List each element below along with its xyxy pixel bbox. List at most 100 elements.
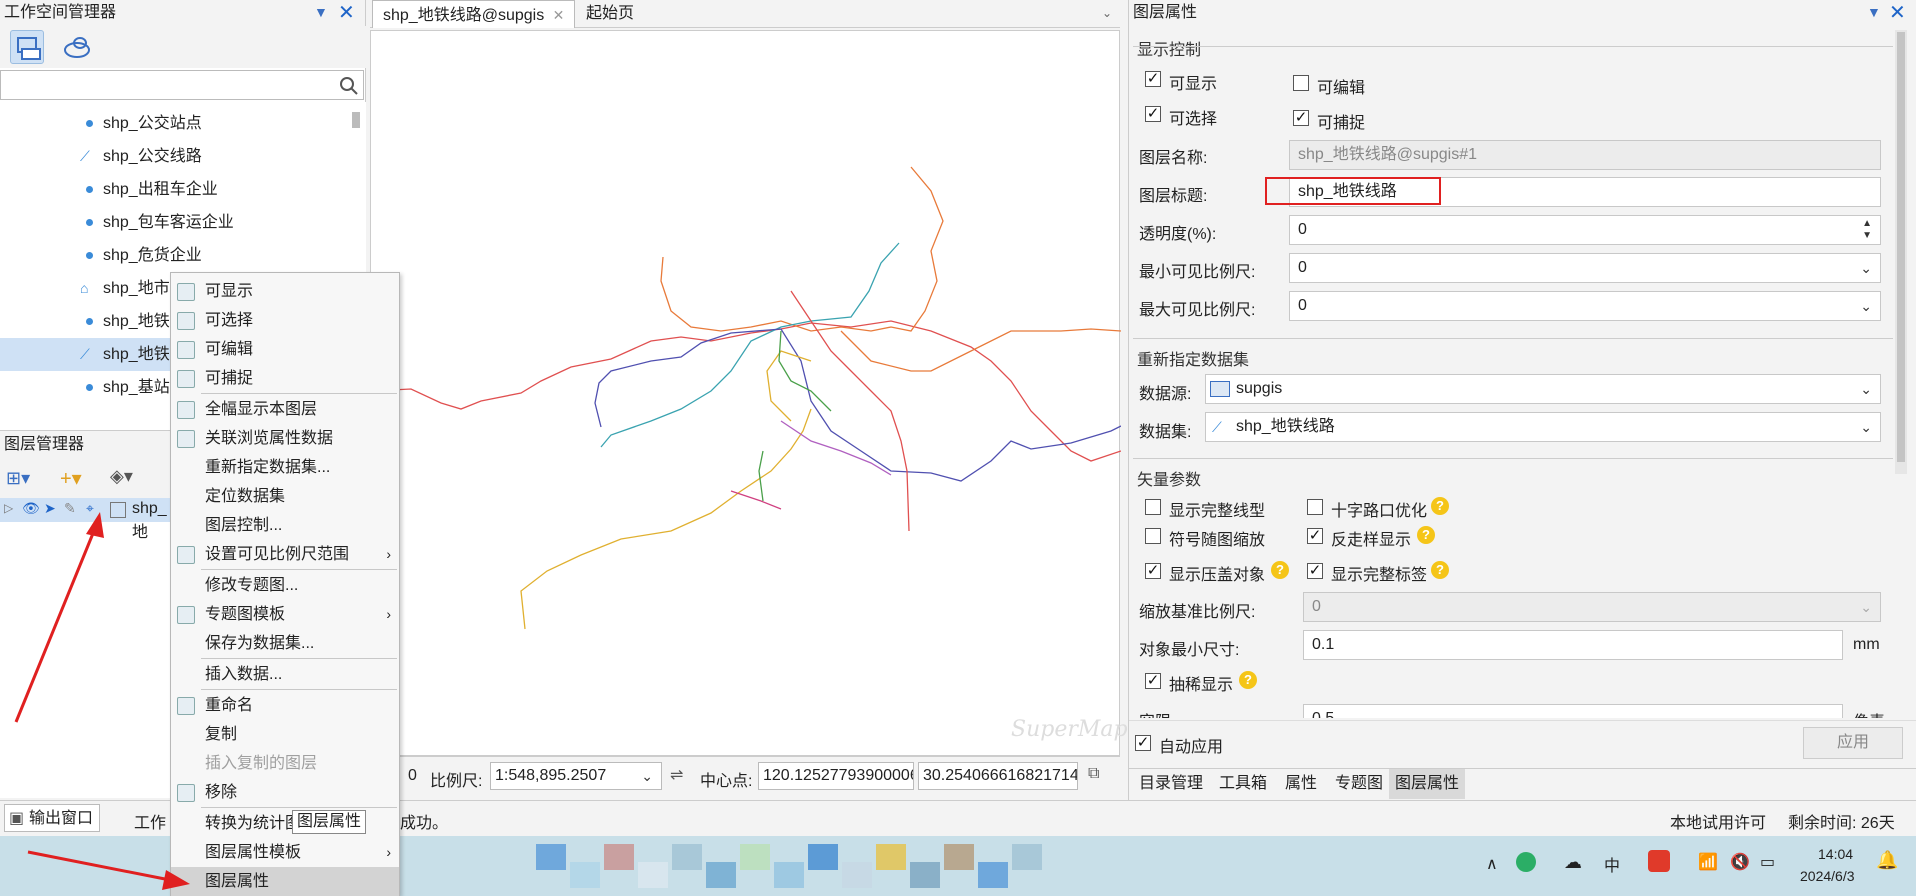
antialias-checkbox[interactable]: ✓ <box>1307 528 1323 544</box>
menu-item[interactable]: 可选择 <box>171 306 399 335</box>
scale-dropdown[interactable]: 1:548,895.2507 ⌄ <box>490 762 662 790</box>
max-scale-dropdown[interactable]: 0 ⌄ <box>1289 291 1881 321</box>
edit-icon[interactable]: ✎ <box>64 500 76 517</box>
tab-map[interactable]: shp_地铁线路@supgis ✕ <box>372 0 576 28</box>
taskbar-app-icon[interactable] <box>944 844 974 870</box>
pin-icon[interactable]: ▼ <box>1867 4 1881 20</box>
transparency-field[interactable]: 0 ▲ ▼ <box>1289 215 1881 245</box>
output-window-tab[interactable]: ▣ 输出窗口 <box>4 804 101 832</box>
swap-icon[interactable]: ⇌ <box>670 765 683 785</box>
add-layer-icon[interactable]: +▾ <box>60 466 82 491</box>
datasource-dropdown[interactable]: supgis ⌄ <box>1205 374 1881 404</box>
menu-item[interactable]: 可捕捉 <box>171 364 399 393</box>
taskbar-app-icon[interactable] <box>672 844 702 870</box>
spinner-icon[interactable]: ▲ ▼ <box>1862 218 1872 242</box>
thin-checkbox[interactable]: ✓ <box>1145 673 1161 689</box>
work-tab[interactable]: 工作 <box>134 809 166 833</box>
wechat-icon[interactable] <box>1516 852 1536 872</box>
menu-item[interactable]: 可显示 <box>171 277 399 306</box>
layer-row[interactable]: ▷ 👁 ➤ ✎ ⌖ shp_地 <box>0 498 170 541</box>
taskbar-app-icon[interactable] <box>1012 844 1042 870</box>
tab-list-chevron-icon[interactable]: ⌄ <box>1102 6 1112 20</box>
taskbar-app-icon[interactable] <box>978 862 1008 888</box>
tab-catalog[interactable]: 目录管理 <box>1133 769 1209 799</box>
taskbar-app-icon[interactable] <box>910 862 940 888</box>
full-label-checkbox[interactable]: ✓ <box>1307 563 1323 579</box>
close-icon[interactable]: ✕ <box>338 0 355 25</box>
menu-item[interactable]: 关联浏览属性数据 <box>171 424 399 453</box>
tab-toolbox[interactable]: 工具箱 <box>1213 769 1273 799</box>
eye-icon[interactable]: 👁 <box>22 500 40 517</box>
editable-checkbox[interactable] <box>1293 75 1309 91</box>
map-view[interactable]: SuperMap <box>370 30 1128 756</box>
volume-muted-icon[interactable]: 🔇 <box>1730 852 1750 872</box>
tolerance-field[interactable]: 0.5 <box>1303 704 1843 718</box>
tree-item[interactable]: shp_公交站点 <box>0 107 356 140</box>
close-icon[interactable]: ✕ <box>1889 0 1906 25</box>
cloud-icon[interactable]: ☁ <box>1564 852 1582 873</box>
snappable-checkbox[interactable]: ✓ <box>1293 110 1309 126</box>
wifi-icon[interactable]: 📶 <box>1698 852 1718 872</box>
chevron-up-icon[interactable]: ∧ <box>1486 854 1498 874</box>
snap-icon[interactable]: ⌖ <box>86 500 94 517</box>
taskbar-app-icon[interactable] <box>638 862 668 888</box>
menu-item[interactable]: 可编辑 <box>171 335 399 364</box>
workspace-search-input[interactable] <box>0 70 364 100</box>
menu-item[interactable]: 移除 <box>171 778 399 807</box>
taskbar-app-icon[interactable] <box>876 844 906 870</box>
menu-item[interactable]: 定位数据集 <box>171 482 399 511</box>
expand-icon[interactable]: ▷ <box>4 501 13 515</box>
ime-indicator[interactable]: 中 <box>1604 852 1620 876</box>
min-scale-dropdown[interactable]: 0 ⌄ <box>1289 253 1881 283</box>
tab-start[interactable]: 起始页 <box>576 0 644 28</box>
menu-item[interactable]: 重新指定数据集... <box>171 453 399 482</box>
help-icon[interactable]: ? <box>1239 671 1257 689</box>
tab-close-icon[interactable]: ✕ <box>553 7 565 23</box>
local-workspace-icon[interactable] <box>10 30 44 64</box>
clock-date[interactable]: 2024/6/3 <box>1800 868 1855 884</box>
full-linetype-checkbox[interactable] <box>1145 499 1161 515</box>
menu-item[interactable]: 图层属性 <box>171 867 399 896</box>
help-icon[interactable]: ? <box>1271 561 1289 579</box>
taskbar-app-icon[interactable] <box>808 844 838 870</box>
tree-item[interactable]: shp_包车客运企业 <box>0 206 356 239</box>
help-icon[interactable]: ? <box>1417 526 1435 544</box>
layer-style-icon[interactable]: ◈▾ <box>110 466 133 487</box>
taskbar-app-icon[interactable] <box>774 862 804 888</box>
pin-icon[interactable]: ▼ <box>314 4 328 20</box>
selectable-checkbox[interactable]: ✓ <box>1145 106 1161 122</box>
apply-button[interactable]: 应用 <box>1803 727 1903 759</box>
menu-item[interactable]: 保存为数据集... <box>171 629 399 658</box>
center-y-field[interactable]: 30.254066616821714 <box>918 762 1078 790</box>
notification-bell-icon[interactable]: 🔔 <box>1876 850 1898 871</box>
min-size-field[interactable]: 0.1 <box>1303 630 1843 660</box>
tab-thematic[interactable]: 专题图 <box>1329 769 1389 799</box>
menu-item[interactable]: 图层控制... <box>171 511 399 540</box>
taskbar-app-icon[interactable] <box>706 862 736 888</box>
overlap-checkbox[interactable]: ✓ <box>1145 563 1161 579</box>
tree-item[interactable]: shp_出租车企业 <box>0 173 356 206</box>
layer-name[interactable]: shp_地 <box>132 500 170 542</box>
menu-item[interactable]: 插入数据... <box>171 660 399 689</box>
help-icon[interactable]: ? <box>1431 561 1449 579</box>
tab-attributes[interactable]: 属性 <box>1279 769 1323 799</box>
menu-item[interactable]: 修改专题图... <box>171 571 399 600</box>
help-icon[interactable]: ? <box>1431 497 1449 515</box>
taskbar-app-icon[interactable] <box>604 844 634 870</box>
battery-icon[interactable]: ▭ <box>1760 852 1775 872</box>
center-x-field[interactable]: 120.12527793900006 <box>758 762 914 790</box>
select-icon[interactable]: ➤ <box>44 500 56 517</box>
taskbar-app-icon[interactable] <box>842 862 872 888</box>
cloud-workspace-icon[interactable] <box>60 30 94 64</box>
tab-layer-properties[interactable]: 图层属性 <box>1389 769 1466 799</box>
clock-time[interactable]: 14:04 <box>1818 846 1853 862</box>
menu-item[interactable]: 复制 <box>171 720 399 749</box>
new-layer-group-icon[interactable]: ⊞▾ <box>6 468 30 489</box>
auto-apply-checkbox[interactable]: ✓ <box>1135 735 1151 751</box>
taskbar-app-icon[interactable] <box>740 844 770 870</box>
props-scrollbar[interactable] <box>1895 30 1907 474</box>
dataset-dropdown[interactable]: ⟋ shp_地铁线路 ⌄ <box>1205 412 1881 442</box>
menu-item[interactable]: 重命名 <box>171 691 399 720</box>
taskbar-app-icon[interactable] <box>536 844 566 870</box>
symbol-scale-checkbox[interactable] <box>1145 528 1161 544</box>
